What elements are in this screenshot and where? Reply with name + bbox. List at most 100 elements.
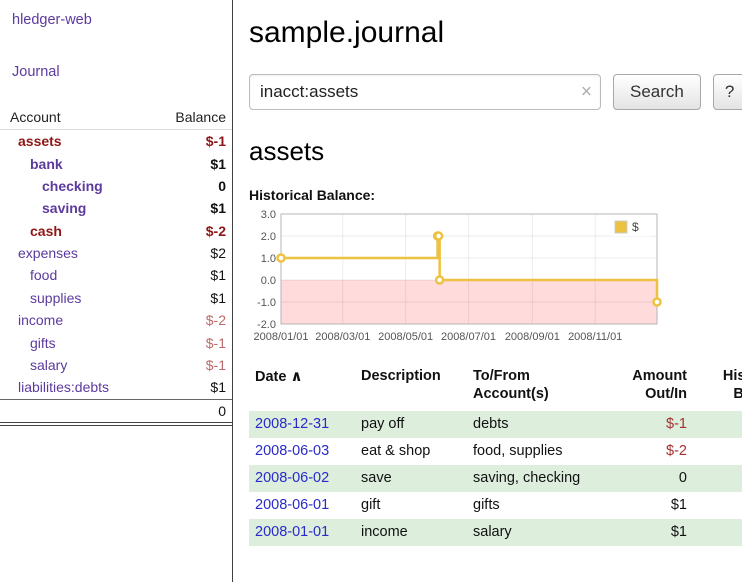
transaction-description: eat & shop: [355, 438, 467, 465]
account-row: saving $1: [0, 197, 232, 219]
x-tick-label: 2008/01/01: [253, 331, 308, 343]
account-balance: $-1: [206, 335, 226, 351]
transaction-date-link[interactable]: 2008-06-01: [255, 497, 329, 513]
transaction-accounts: food, supplies: [467, 438, 591, 465]
search-button[interactable]: Search: [613, 74, 701, 110]
col-description[interactable]: Description: [355, 366, 467, 411]
chart-svg: 3.02.01.00.0-1.0-2.02008/01/012008/03/01…: [249, 207, 667, 347]
transaction-row[interactable]: 2008-06-01 gift gifts $1 $2: [249, 492, 742, 519]
transaction-amount: $1: [591, 492, 693, 519]
accounts-panel: Account Balance assets $-1 bank $1: [0, 105, 232, 426]
transaction-row[interactable]: 2008-06-03 eat & shop food, supplies $-2…: [249, 438, 742, 465]
transaction-date-link[interactable]: 2008-12-31: [255, 416, 329, 432]
search-bar: × Search ?: [249, 74, 742, 110]
y-tick-label: 1.0: [261, 253, 276, 265]
x-tick-label: 2008/03/01: [315, 331, 370, 343]
account-link[interactable]: salary: [0, 357, 67, 373]
account-balance: $2: [210, 245, 226, 261]
transaction-amount: $-2: [591, 438, 693, 465]
sidebar: hledger-web Journal Account Balance asse…: [0, 0, 233, 582]
sidebar-nav: Journal: [12, 63, 232, 81]
col-accounts[interactable]: To/From Account(s): [467, 366, 591, 411]
col-balance[interactable]: Historical Balance: [693, 366, 742, 411]
transaction-amount: $-1: [591, 411, 693, 438]
account-row: liabilities:debts $1: [0, 376, 232, 398]
account-balance: $-2: [206, 223, 226, 239]
transaction-accounts: saving, checking: [467, 465, 591, 492]
accounts-table-header: Account Balance: [0, 105, 232, 130]
search-input[interactable]: [249, 74, 601, 110]
y-tick-label: 2.0: [261, 231, 276, 243]
clear-search-icon[interactable]: ×: [581, 83, 592, 102]
transaction-amount: $1: [591, 519, 693, 546]
register-table: Date ∧ Description To/From Account(s) Am…: [249, 366, 742, 546]
transaction-balance: $-1: [693, 411, 742, 438]
account-row: cash $-2: [0, 220, 232, 242]
transaction-date-link[interactable]: 2008-06-03: [255, 443, 329, 459]
account-link[interactable]: expenses: [0, 245, 78, 261]
col-date-label: Date: [255, 369, 286, 385]
transaction-amount: 0: [591, 465, 693, 492]
y-tick-label: -2.0: [257, 319, 276, 331]
legend-swatch-icon: [615, 221, 627, 233]
account-balance: $-1: [206, 357, 226, 373]
account-link[interactable]: saving: [0, 200, 86, 216]
transaction-date-link[interactable]: 2008-01-01: [255, 524, 329, 540]
transaction-accounts: gifts: [467, 492, 591, 519]
transaction-row[interactable]: 2008-01-01 income salary $1 $1: [249, 519, 742, 546]
y-tick-label: 0.0: [261, 275, 276, 287]
transaction-row[interactable]: 2008-12-31 pay off debts $-1 $-1: [249, 411, 742, 438]
col-date[interactable]: Date ∧: [249, 366, 355, 411]
account-link[interactable]: assets: [0, 133, 62, 149]
transaction-description: save: [355, 465, 467, 492]
account-balance: $1: [210, 290, 226, 306]
account-link[interactable]: cash: [0, 223, 62, 239]
data-point-marker: [436, 277, 443, 284]
account-link[interactable]: bank: [0, 156, 63, 172]
account-row: checking 0: [0, 175, 232, 197]
accounts-col-balance: Balance: [175, 109, 226, 125]
journal-nav-link[interactable]: Journal: [12, 64, 60, 80]
account-balance: $1: [210, 156, 226, 172]
accounts-total-value: 0: [218, 403, 226, 419]
account-row: supplies $1: [0, 287, 232, 309]
account-link[interactable]: liabilities:debts: [0, 379, 109, 395]
transaction-accounts: salary: [467, 519, 591, 546]
transaction-row[interactable]: 2008-06-02 save saving, checking 0 $2: [249, 465, 742, 492]
account-link[interactable]: food: [0, 267, 57, 283]
account-link[interactable]: gifts: [0, 335, 56, 351]
data-point-marker: [435, 233, 442, 240]
help-button[interactable]: ?: [713, 74, 742, 110]
account-link[interactable]: income: [0, 312, 63, 328]
transaction-balance: 0: [693, 438, 742, 465]
data-point-marker: [278, 255, 285, 262]
account-link[interactable]: supplies: [0, 290, 81, 306]
account-row: gifts $-1: [0, 331, 232, 353]
sort-asc-icon: ∧: [290, 368, 302, 385]
account-row: food $1: [0, 264, 232, 286]
app-title-link[interactable]: hledger-web: [12, 12, 92, 28]
account-heading: assets: [249, 136, 742, 167]
account-row: expenses $2: [0, 242, 232, 264]
data-point-marker: [654, 299, 661, 306]
transaction-description: gift: [355, 492, 467, 519]
transaction-description: income: [355, 519, 467, 546]
y-tick-label: -1.0: [257, 297, 276, 309]
accounts-col-account: Account: [10, 109, 61, 125]
accounts-total-row: 0: [0, 399, 232, 426]
x-tick-label: 2008/09/01: [505, 331, 560, 343]
transaction-balance: $2: [693, 492, 742, 519]
account-balance: 0: [218, 178, 226, 194]
hledger-web-app: hledger-web Journal Account Balance asse…: [0, 0, 742, 582]
chart-title: Historical Balance:: [249, 187, 742, 203]
account-balance: $1: [210, 200, 226, 216]
x-tick-label: 2008/05/01: [378, 331, 433, 343]
account-balance: $1: [210, 267, 226, 283]
account-link[interactable]: checking: [0, 178, 103, 194]
transaction-description: pay off: [355, 411, 467, 438]
transaction-date-link[interactable]: 2008-06-02: [255, 470, 329, 486]
account-row: salary $-1: [0, 354, 232, 376]
col-amount[interactable]: Amount Out/In: [591, 366, 693, 411]
accounts-list: assets $-1 bank $1 checking 0 savin: [0, 130, 232, 399]
register-header-row: Date ∧ Description To/From Account(s) Am…: [249, 366, 742, 411]
